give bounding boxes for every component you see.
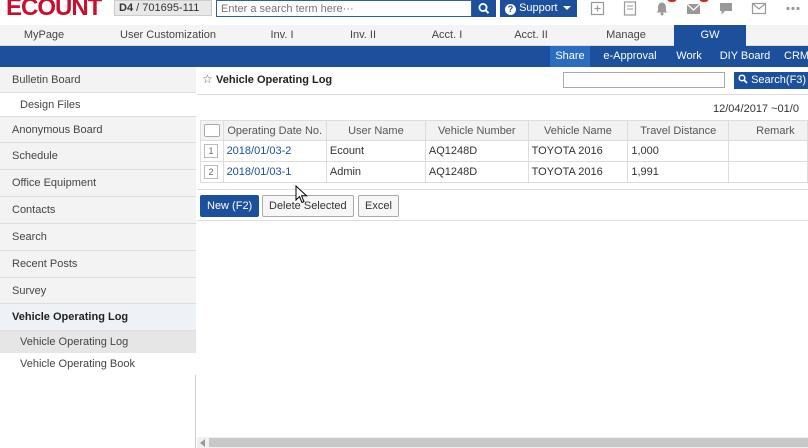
table-row: 2 2018/01/03-1 Admin AQ1248D TOYOTA 2016… xyxy=(200,161,808,183)
column-header-remark[interactable]: Remark xyxy=(728,120,808,141)
user-name-cell: Admin xyxy=(325,161,426,183)
company-id: / 701695-111 xyxy=(136,2,200,14)
sub-nav: Share e-Approval Work DIY Board CRM xyxy=(0,46,808,67)
sidebar-item-search[interactable]: Search xyxy=(0,224,196,251)
page-title: Vehicle Operating Log xyxy=(216,74,333,86)
sidebar-item-bulletin-board[interactable]: Bulletin Board xyxy=(0,67,196,93)
main-nav: MyPage User Customization Inv. I Inv. II… xyxy=(0,25,808,46)
quick-search-input[interactable] xyxy=(563,72,725,88)
tab-gw[interactable]: GW xyxy=(674,25,746,46)
operating-date-no-link[interactable]: 2018/01/03-2 xyxy=(222,140,327,162)
date-range: 12/04/2017 ~01/0 xyxy=(713,103,799,115)
search-f3-label: Search(F3) xyxy=(751,74,807,86)
subnav-e-approval[interactable]: e-Approval xyxy=(596,46,664,67)
add-window-icon[interactable] xyxy=(590,1,606,16)
help-icon: ? xyxy=(505,4,516,15)
tab-acct-2[interactable]: Acct. II xyxy=(484,25,578,46)
top-bar: ECOUNT D4 / 701695-111 ? Support xyxy=(0,0,808,22)
company-prefix: D4 xyxy=(119,2,134,14)
vehicle-number-cell: AQ1248D xyxy=(424,140,529,162)
scroll-left-arrow-icon[interactable] xyxy=(200,439,205,447)
table-header-row: Operating Date No. User Name Vehicle Num… xyxy=(200,120,808,141)
sidebar-item-schedule[interactable]: Schedule xyxy=(0,143,196,170)
column-header-travel-distance[interactable]: Travel Distance xyxy=(627,120,730,141)
support-button[interactable]: ? Support xyxy=(500,0,577,17)
subnav-share[interactable]: Share xyxy=(550,46,590,67)
tab-user-customization[interactable]: User Customization xyxy=(88,25,248,46)
star-icon[interactable]: ☆ xyxy=(202,72,213,86)
tab-mypage[interactable]: MyPage xyxy=(0,25,88,46)
operating-date-no-link[interactable]: 2018/01/03-1 xyxy=(222,161,327,183)
ecount-logo[interactable]: ECOUNT xyxy=(6,0,102,22)
excel-button[interactable]: Excel xyxy=(358,195,399,217)
sidebar-item-recent-posts[interactable]: Recent Posts xyxy=(0,251,196,278)
content-header: ☆ Vehicle Operating Log Search(F3) xyxy=(197,67,808,95)
vehicle-name-cell: TOYOTA 2016 xyxy=(527,161,629,183)
user-name-cell: Ecount xyxy=(325,140,426,162)
global-search-input[interactable] xyxy=(216,0,472,17)
support-label: Support xyxy=(519,2,558,14)
caret-down-icon xyxy=(562,6,571,10)
select-all-checkbox[interactable] xyxy=(203,124,220,137)
vehicle-name-cell: TOYOTA 2016 xyxy=(527,140,629,162)
subnav-diy-board[interactable]: DIY Board xyxy=(714,46,776,67)
new-button[interactable]: New (F2) xyxy=(200,195,260,217)
sidebar-subitem-vehicle-operating-log[interactable]: Vehicle Operating Log xyxy=(0,331,196,353)
tab-manage[interactable]: Manage xyxy=(578,25,674,46)
company-code: D4 / 701695-111 xyxy=(114,0,212,16)
table-row: 1 2018/01/03-2 Ecount AQ1248D TOYOTA 201… xyxy=(200,140,808,162)
mouse-cursor-icon xyxy=(295,185,308,204)
subnav-work[interactable]: Work xyxy=(672,46,706,67)
chat-icon[interactable] xyxy=(718,1,734,16)
row-number-cell: 2 xyxy=(200,161,224,183)
global-search-button[interactable] xyxy=(472,0,496,17)
travel-distance-cell: 1,991 xyxy=(627,161,730,183)
search-icon xyxy=(478,3,490,14)
vehicle-log-table: Operating Date No. User Name Vehicle Num… xyxy=(200,120,808,183)
action-button-bar: New (F2) Delete Selected Excel xyxy=(197,189,808,221)
row-number-cell: 1 xyxy=(200,140,224,162)
row-number[interactable]: 2 xyxy=(204,165,218,179)
sidebar-subitem-vehicle-operating-book[interactable]: Vehicle Operating Book xyxy=(0,353,196,375)
remark-cell xyxy=(728,161,808,183)
tab-inv-2[interactable]: Inv. II xyxy=(316,25,410,46)
select-all-cell xyxy=(200,120,224,141)
mail-check-icon[interactable] xyxy=(686,1,702,16)
notification-badge xyxy=(667,0,677,2)
tab-acct-1[interactable]: Acct. I xyxy=(410,25,484,46)
sidebar-item-vehicle-operating-log[interactable]: Vehicle Operating Log xyxy=(0,304,196,331)
column-header-operating-date-no[interactable]: Operating Date No. xyxy=(222,120,327,141)
document-icon[interactable] xyxy=(622,1,638,16)
more-icon[interactable] xyxy=(785,1,801,16)
travel-distance-cell: 1,000 xyxy=(627,140,730,162)
main-content: ☆ Vehicle Operating Log Search(F3) 12/04… xyxy=(197,67,808,448)
tab-inv-1[interactable]: Inv. I xyxy=(248,25,316,46)
remark-cell xyxy=(728,140,808,162)
vehicle-number-cell: AQ1248D xyxy=(424,161,529,183)
sidebar-item-contacts[interactable]: Contacts xyxy=(0,197,196,224)
search-f3-button[interactable]: Search(F3) xyxy=(734,72,808,89)
bell-icon[interactable] xyxy=(654,1,670,16)
sidebar-item-anonymous-board[interactable]: Anonymous Board xyxy=(0,117,196,143)
search-icon xyxy=(738,74,748,84)
column-header-vehicle-number[interactable]: Vehicle Number xyxy=(424,120,529,141)
column-header-user-name[interactable]: User Name xyxy=(325,120,426,141)
sidebar-item-office-equipment[interactable]: Office Equipment xyxy=(0,170,196,197)
sidebar-item-design-files[interactable]: Design Files xyxy=(0,93,196,117)
subnav-crm[interactable]: CRM xyxy=(784,46,808,67)
horizontal-scrollbar[interactable] xyxy=(197,437,808,448)
envelope-icon[interactable] xyxy=(751,1,767,16)
message-badge xyxy=(699,0,709,2)
sidebar-item-survey[interactable]: Survey xyxy=(0,278,196,304)
row-number[interactable]: 1 xyxy=(204,144,218,158)
column-header-vehicle-name[interactable]: Vehicle Name xyxy=(527,120,629,141)
scrollbar-thumb[interactable] xyxy=(209,438,808,447)
sidebar: Bulletin Board Design Files Anonymous Bo… xyxy=(0,67,196,448)
